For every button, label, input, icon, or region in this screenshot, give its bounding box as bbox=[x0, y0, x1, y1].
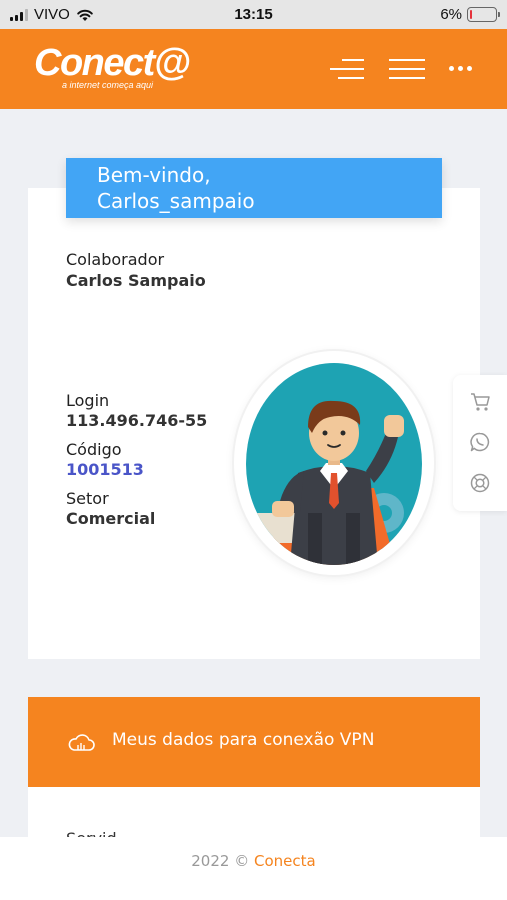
employee-name: Carlos Sampaio bbox=[66, 271, 206, 290]
app-footer: 2022 © Conecta bbox=[0, 837, 507, 900]
app-header: Conect@ a internet começa aqui bbox=[0, 29, 507, 109]
footer-brand-link[interactable]: Conecta bbox=[254, 852, 316, 870]
cloud-icon bbox=[68, 734, 95, 751]
battery-level bbox=[469, 9, 472, 19]
login-value: 113.496.746-55 bbox=[66, 411, 208, 430]
vpn-section-header[interactable]: Meus dados para conexão VPN bbox=[28, 697, 480, 787]
welcome-username: Carlos_sampaio bbox=[97, 189, 255, 213]
sector-value: Comercial bbox=[66, 509, 156, 528]
status-right: 6% bbox=[440, 6, 500, 23]
more-options-icon[interactable] bbox=[449, 66, 472, 71]
battery-percent: 6% bbox=[440, 6, 462, 23]
copyright-text: 2022 © bbox=[191, 852, 250, 870]
welcome-banner: Bem-vindo, Carlos_sampaio bbox=[66, 158, 442, 218]
vpn-section-title: Meus dados para conexão VPN bbox=[112, 730, 375, 750]
logo-text: Conect@ bbox=[34, 42, 191, 84]
code-value[interactable]: 1001513 bbox=[66, 460, 144, 479]
status-time: 13:15 bbox=[234, 6, 273, 23]
hamburger-menu-icon[interactable] bbox=[389, 58, 425, 80]
avatar-illustration bbox=[246, 363, 422, 565]
sidebar-toggle-icon[interactable] bbox=[330, 58, 364, 80]
role-label: Colaborador bbox=[66, 250, 165, 269]
status-bar: VIVO 13:15 6% bbox=[0, 0, 507, 29]
sector-label: Setor bbox=[66, 489, 109, 508]
floating-actions bbox=[453, 375, 507, 511]
brand-logo[interactable]: Conect@ a internet começa aqui bbox=[34, 42, 191, 90]
code-label: Código bbox=[66, 440, 122, 459]
whatsapp-icon[interactable] bbox=[469, 431, 491, 453]
battery-icon bbox=[467, 7, 500, 22]
welcome-greeting: Bem-vindo, bbox=[97, 163, 211, 187]
login-label: Login bbox=[66, 391, 110, 410]
cart-icon[interactable] bbox=[469, 390, 491, 412]
support-icon[interactable] bbox=[469, 472, 491, 494]
